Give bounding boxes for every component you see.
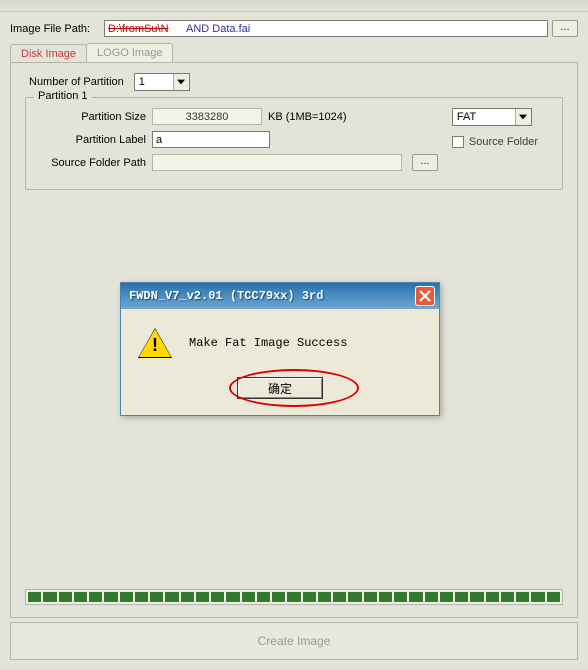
file-path-row: Image File Path: AND Data.fai ...: [10, 20, 578, 37]
dialog-body: ! Make Fat Image Success 确定: [121, 309, 439, 415]
dialog-title: FWDN_V7_v2.01 (TCC79xx) 3rd: [129, 289, 323, 303]
source-folder-checkbox-label: Source Folder: [469, 136, 538, 148]
create-image-row: Create Image: [10, 622, 578, 660]
partition-group-title: Partition 1: [34, 90, 92, 102]
progress-bar: [25, 589, 563, 605]
dialog-message: Make Fat Image Success: [189, 336, 347, 350]
create-image-button[interactable]: Create Image: [10, 622, 578, 660]
dialog-titlebar[interactable]: FWDN_V7_v2.01 (TCC79xx) 3rd: [121, 283, 439, 309]
file-path-input[interactable]: [104, 20, 548, 37]
num-partition-value: 1: [135, 76, 173, 88]
file-path-label: Image File Path:: [10, 23, 100, 35]
file-path-browse-button[interactable]: ...: [552, 20, 578, 37]
chevron-down-icon[interactable]: [173, 74, 189, 90]
dialog-message-row: ! Make Fat Image Success: [139, 327, 421, 359]
partition-size-label: Partition Size: [36, 111, 146, 123]
warning-icon: !: [139, 327, 171, 359]
tabs: Disk Image LOGO Image: [10, 43, 578, 62]
partition-group: Partition 1 Partition Size KB (1MB=1024)…: [25, 97, 563, 190]
chevron-down-icon[interactable]: [515, 109, 531, 125]
message-dialog: FWDN_V7_v2.01 (TCC79xx) 3rd ! Make Fat I…: [120, 282, 440, 416]
dialog-button-row: 确定: [139, 377, 421, 399]
ok-button[interactable]: 确定: [237, 377, 323, 399]
source-folder-row: Source Folder Path ...: [36, 154, 552, 171]
num-partition-label: Number of Partition: [29, 76, 124, 88]
num-partition-row: Number of Partition 1: [29, 73, 565, 91]
filesystem-select[interactable]: FAT: [452, 108, 532, 126]
source-folder-path-input[interactable]: [152, 154, 402, 171]
partition-size-unit: KB (1MB=1024): [268, 111, 347, 123]
tab-logo-image[interactable]: LOGO Image: [86, 43, 173, 62]
filesystem-value: FAT: [453, 111, 515, 123]
tab-disk-image[interactable]: Disk Image: [10, 44, 87, 63]
partition-right-column: FAT Source Folder: [452, 108, 538, 148]
window-titlebar-spacer: [0, 0, 588, 12]
partition-label-label: Partition Label: [36, 134, 146, 146]
source-folder-browse-button[interactable]: ...: [412, 154, 438, 171]
source-folder-checkbox-row[interactable]: Source Folder: [452, 136, 538, 148]
source-folder-checkbox[interactable]: [452, 136, 464, 148]
partition-size-input[interactable]: [152, 108, 262, 125]
partition-label-input[interactable]: [152, 131, 270, 148]
close-icon[interactable]: [415, 286, 435, 306]
num-partition-select[interactable]: 1: [134, 73, 190, 91]
source-folder-path-label: Source Folder Path: [36, 157, 146, 169]
